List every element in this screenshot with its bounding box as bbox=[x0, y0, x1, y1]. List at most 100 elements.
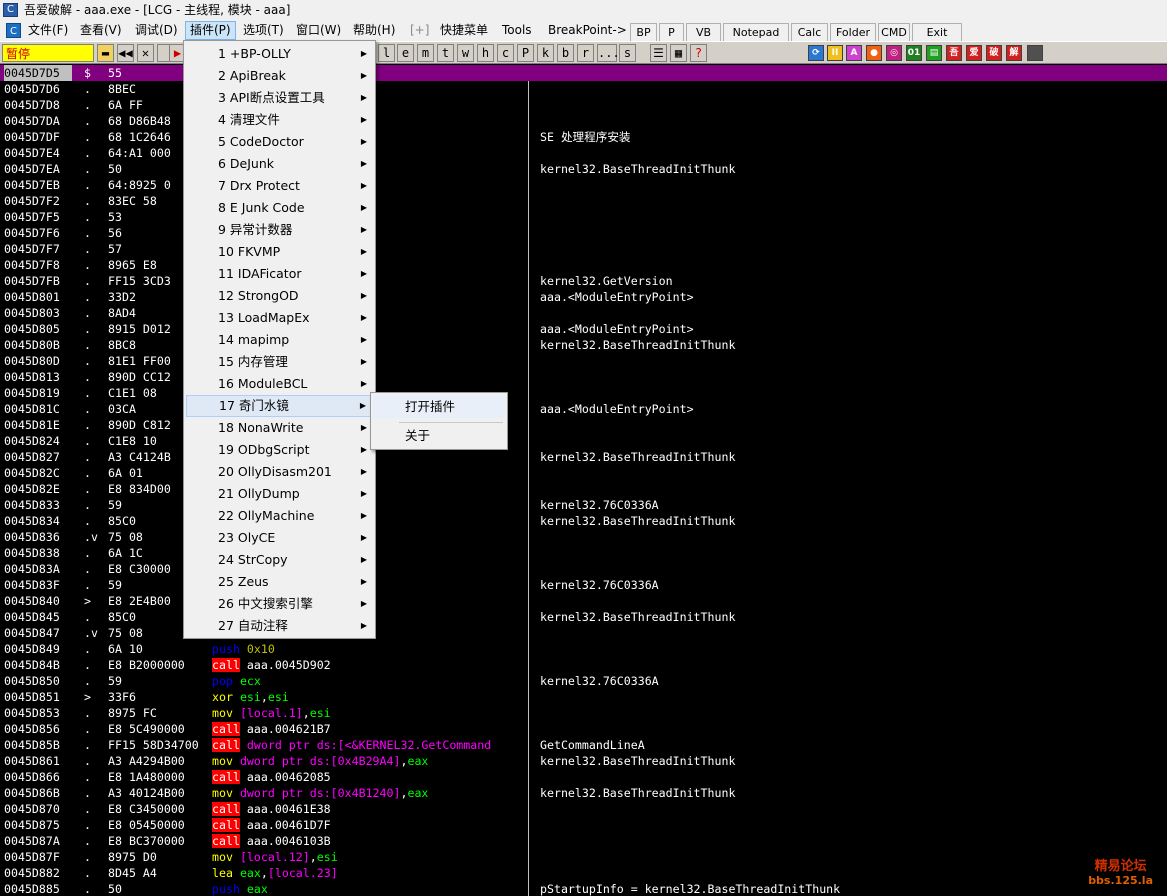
plugin-menu-item[interactable]: 17 奇门水镜 ▶ bbox=[186, 395, 373, 417]
help-icon[interactable]: ? bbox=[690, 44, 707, 62]
disassembly-row[interactable]: 0045D845. 85C0 kernel32.BaseThreadInitThun… bbox=[0, 609, 1167, 625]
menu-window[interactable]: 窗口(W) bbox=[292, 21, 345, 40]
toolbar-r[interactable]: r bbox=[577, 44, 594, 62]
grid-icon[interactable]: ▦ bbox=[670, 44, 687, 62]
plugin-menu-item[interactable]: 15 内存管理 ▶ bbox=[186, 351, 373, 373]
calc-button[interactable]: Calc bbox=[791, 23, 828, 43]
disassembly-row[interactable]: 0045D870. E8 C3450000 call aaa.00461E38 bbox=[0, 801, 1167, 817]
menu-tools[interactable]: Tools bbox=[498, 21, 536, 40]
plugin-menu-item[interactable]: 9 异常计数器 ▶ bbox=[186, 219, 373, 241]
disassembly-row[interactable]: 0045D81C. 03CA aaa.<ModuleEntryPoint> bbox=[0, 401, 1167, 417]
disassembly-row[interactable]: 0045D84B. E8 B2000000 call aaa.0045D902 bbox=[0, 657, 1167, 673]
disassembly-row[interactable]: 0045D834. 85C0 kernel32.BaseThreadInitThun… bbox=[0, 513, 1167, 529]
plugin-menu-item[interactable]: 1 +BP-OLLY ▶ bbox=[186, 43, 373, 65]
toolbar-m[interactable]: m bbox=[417, 44, 434, 62]
disassembly-row[interactable]: 0045D853. 8975 FC mov [local.1],esi bbox=[0, 705, 1167, 721]
disassembly-row[interactable]: 0045D833. 59 kernel32.76C0336A bbox=[0, 497, 1167, 513]
disassembly-row[interactable]: 0045D86B. A3 40124B00 mov dword ptr ds:[0x… bbox=[0, 785, 1167, 801]
disassembly-row[interactable]: 0045D875. E8 05450000 call aaa.00461D7F bbox=[0, 817, 1167, 833]
disassembly-row[interactable]: 0045D7E4.64:A1 000:[0] bbox=[0, 145, 1167, 161]
disassembly-row[interactable]: 0045D824. C1E8 10 bbox=[0, 433, 1167, 449]
plugin-menu-item[interactable]: 26 中文搜索引擎 ▶ bbox=[186, 593, 373, 615]
menu-debug[interactable]: 调试(D) bbox=[131, 21, 182, 40]
plugin-menu-item[interactable]: 14 mapimp ▶ bbox=[186, 329, 373, 351]
plugin-menu-item[interactable]: 8 E Junk Code ▶ bbox=[186, 197, 373, 219]
plugin-menu-item[interactable]: 21 OllyDump ▶ bbox=[186, 483, 373, 505]
disassembly-row[interactable]: 0045D81E. 890D C812 bbox=[0, 417, 1167, 433]
disassembly-row[interactable]: 0045D7D8. 6A FF bbox=[0, 97, 1167, 113]
circle-icon[interactable]: ● bbox=[866, 45, 882, 61]
plugin-menu-item[interactable]: 22 OllyMachine ▶ bbox=[186, 505, 373, 527]
exit-button[interactable]: Exit bbox=[912, 23, 962, 43]
disassembly-row[interactable]: 0045D882. 8D45 A4 lea eax,[local.23] bbox=[0, 865, 1167, 881]
disassembly-row[interactable]: 0045D85B. FF15 58D34700 call dword ptr ds:… bbox=[0, 737, 1167, 753]
disassembly-row[interactable]: 0045D7EA. 50 kernel32.BaseThreadInitThunk bbox=[0, 161, 1167, 177]
disassembly-row[interactable]: 0045D7FB.FF15 3CD3&KERNEL32.GetVersionke… bbox=[0, 273, 1167, 289]
disassembly-row[interactable]: 0045D7F7. 57 bbox=[0, 241, 1167, 257]
plugin-menu-item[interactable]: 19 ODbgScript ▶ bbox=[186, 439, 373, 461]
toolbar-b[interactable]: b bbox=[557, 44, 574, 62]
bp-button[interactable]: BP bbox=[630, 23, 657, 43]
toolbar-c[interactable]: c bbox=[497, 44, 514, 62]
toolbar-l[interactable]: l bbox=[378, 44, 395, 62]
disassembly-row[interactable]: 0045D7D5 $55 bbox=[0, 65, 1167, 81]
disassembly-row[interactable]: 0045D849. 6A 10 push 0x10 bbox=[0, 641, 1167, 657]
plugin-menu-item[interactable]: 10 FKVMP ▶ bbox=[186, 241, 373, 263]
disassembly-row[interactable]: 0045D885. 50 push eax pStartupInfo = kernel… bbox=[0, 881, 1167, 896]
cmd-button[interactable]: CMD bbox=[878, 23, 910, 43]
menu-help[interactable]: 帮助(H) bbox=[349, 21, 399, 40]
disassembly-row[interactable]: 0045D838. 6A 1C bbox=[0, 545, 1167, 561]
plugin-menu-item[interactable]: 16 ModuleBCL ▶ bbox=[186, 373, 373, 395]
submenu-open-plugin[interactable]: 打开插件 bbox=[373, 396, 505, 418]
toolbar-e[interactable]: e bbox=[397, 44, 414, 62]
plugin-menu-item[interactable]: 11 IDAFicator ▶ bbox=[186, 263, 373, 285]
jie-icon[interactable]: 解 bbox=[1006, 45, 1022, 61]
disassembly-row[interactable]: 0045D813.890D CC12B12CC],ecx bbox=[0, 369, 1167, 385]
plugin-menu-item[interactable]: 27 自动注释 ▶ bbox=[186, 615, 373, 637]
disassembly-row[interactable]: 0045D83F. 59 kernel32.76C0336A bbox=[0, 577, 1167, 593]
binary-icon[interactable]: 01 bbox=[906, 45, 922, 61]
plugin-menu-item[interactable]: 18 NonaWrite ▶ bbox=[186, 417, 373, 439]
disassembly-row[interactable]: 0045D836.v75 0840 bbox=[0, 529, 1167, 545]
menu-file[interactable]: 文件(F) bbox=[24, 21, 72, 40]
plugin-menu-item[interactable]: 4 清理文件 ▶ bbox=[186, 109, 373, 131]
disassembly-row[interactable]: 0045D819. C1E1 08 bbox=[0, 385, 1167, 401]
disassembly-row[interactable]: 0045D851 >33F6 xor esi,esi bbox=[0, 689, 1167, 705]
open-file-icon[interactable]: ▬ bbox=[97, 44, 114, 62]
disassembly-row[interactable]: 0045D805.8915 D012B12D0],edxaaa.<ModuleE… bbox=[0, 321, 1167, 337]
vb-button[interactable]: VB bbox=[686, 23, 721, 43]
plugin-menu-item[interactable]: 7 Drx Protect ▶ bbox=[186, 175, 373, 197]
disassembly-row[interactable]: 0045D850. 59 pop ecx kernel32.76C0336A bbox=[0, 673, 1167, 689]
disassembly-row[interactable]: 0045D82C. 6A 01 bbox=[0, 465, 1167, 481]
disassembly-row[interactable]: 0045D7F2. 83EC 58 bbox=[0, 193, 1167, 209]
cpu-disassembly-pane[interactable]: 0045D7D5 $55 0045D7D6. 8BEC 0045D7D8. 6A FF 00… bbox=[0, 65, 1167, 896]
plugin-menu-item[interactable]: 2 ApiBreak ▶ bbox=[186, 65, 373, 87]
disassembly-row[interactable]: 0045D803. 8AD4 bbox=[0, 305, 1167, 321]
plugin-menu-item[interactable]: 13 LoadMapEx ▶ bbox=[186, 307, 373, 329]
disassembly-row[interactable]: 0045D7DA. 68 D86B48 bbox=[0, 113, 1167, 129]
toolbar-k[interactable]: k bbox=[537, 44, 554, 62]
plugin-menu-item[interactable]: 25 Zeus ▶ bbox=[186, 571, 373, 593]
refresh-icon[interactable]: ⟳ bbox=[808, 45, 824, 61]
close-icon[interactable]: ✕ bbox=[137, 44, 154, 62]
menu-shortcut[interactable]: 快捷菜单 bbox=[436, 21, 492, 40]
system-menu-icon[interactable]: C bbox=[6, 23, 21, 38]
toolbar-P[interactable]: P bbox=[517, 44, 534, 62]
table-icon[interactable]: ▤ bbox=[926, 45, 942, 61]
disassembly-row[interactable]: 0045D80B. 8BC8 kernel32.BaseThreadInitThun… bbox=[0, 337, 1167, 353]
disassembly-row[interactable]: 0045D827.A3 C4124BB12C4],eaxkernel32.Bas… bbox=[0, 449, 1167, 465]
wu-icon[interactable]: 吾 bbox=[946, 45, 962, 61]
toolbar-t[interactable]: t bbox=[437, 44, 454, 62]
disassembly-row[interactable]: 0045D82E. E8 834D00 bbox=[0, 481, 1167, 497]
folder-button[interactable]: Folder bbox=[830, 23, 876, 43]
plugin-menu-item[interactable]: 20 OllyDisasm201 ▶ bbox=[186, 461, 373, 483]
disassembly-row[interactable]: 0045D866. E8 1A480000 call aaa.00462085 bbox=[0, 769, 1167, 785]
toolbar-dots[interactable]: ... bbox=[597, 44, 620, 62]
pause-icon[interactable]: II bbox=[827, 45, 843, 61]
disassembly-row[interactable]: 0045D7F5. 53 bbox=[0, 209, 1167, 225]
plugin-menu-item[interactable]: 23 OlyCE ▶ bbox=[186, 527, 373, 549]
list-icon[interactable]: ☰ bbox=[650, 44, 667, 62]
target-icon[interactable]: ◎ bbox=[886, 45, 902, 61]
disassembly-row[interactable]: 0045D87A. E8 BC370000 call aaa.0046103B bbox=[0, 833, 1167, 849]
plugin-menu-item[interactable]: 24 StrCopy ▶ bbox=[186, 549, 373, 571]
